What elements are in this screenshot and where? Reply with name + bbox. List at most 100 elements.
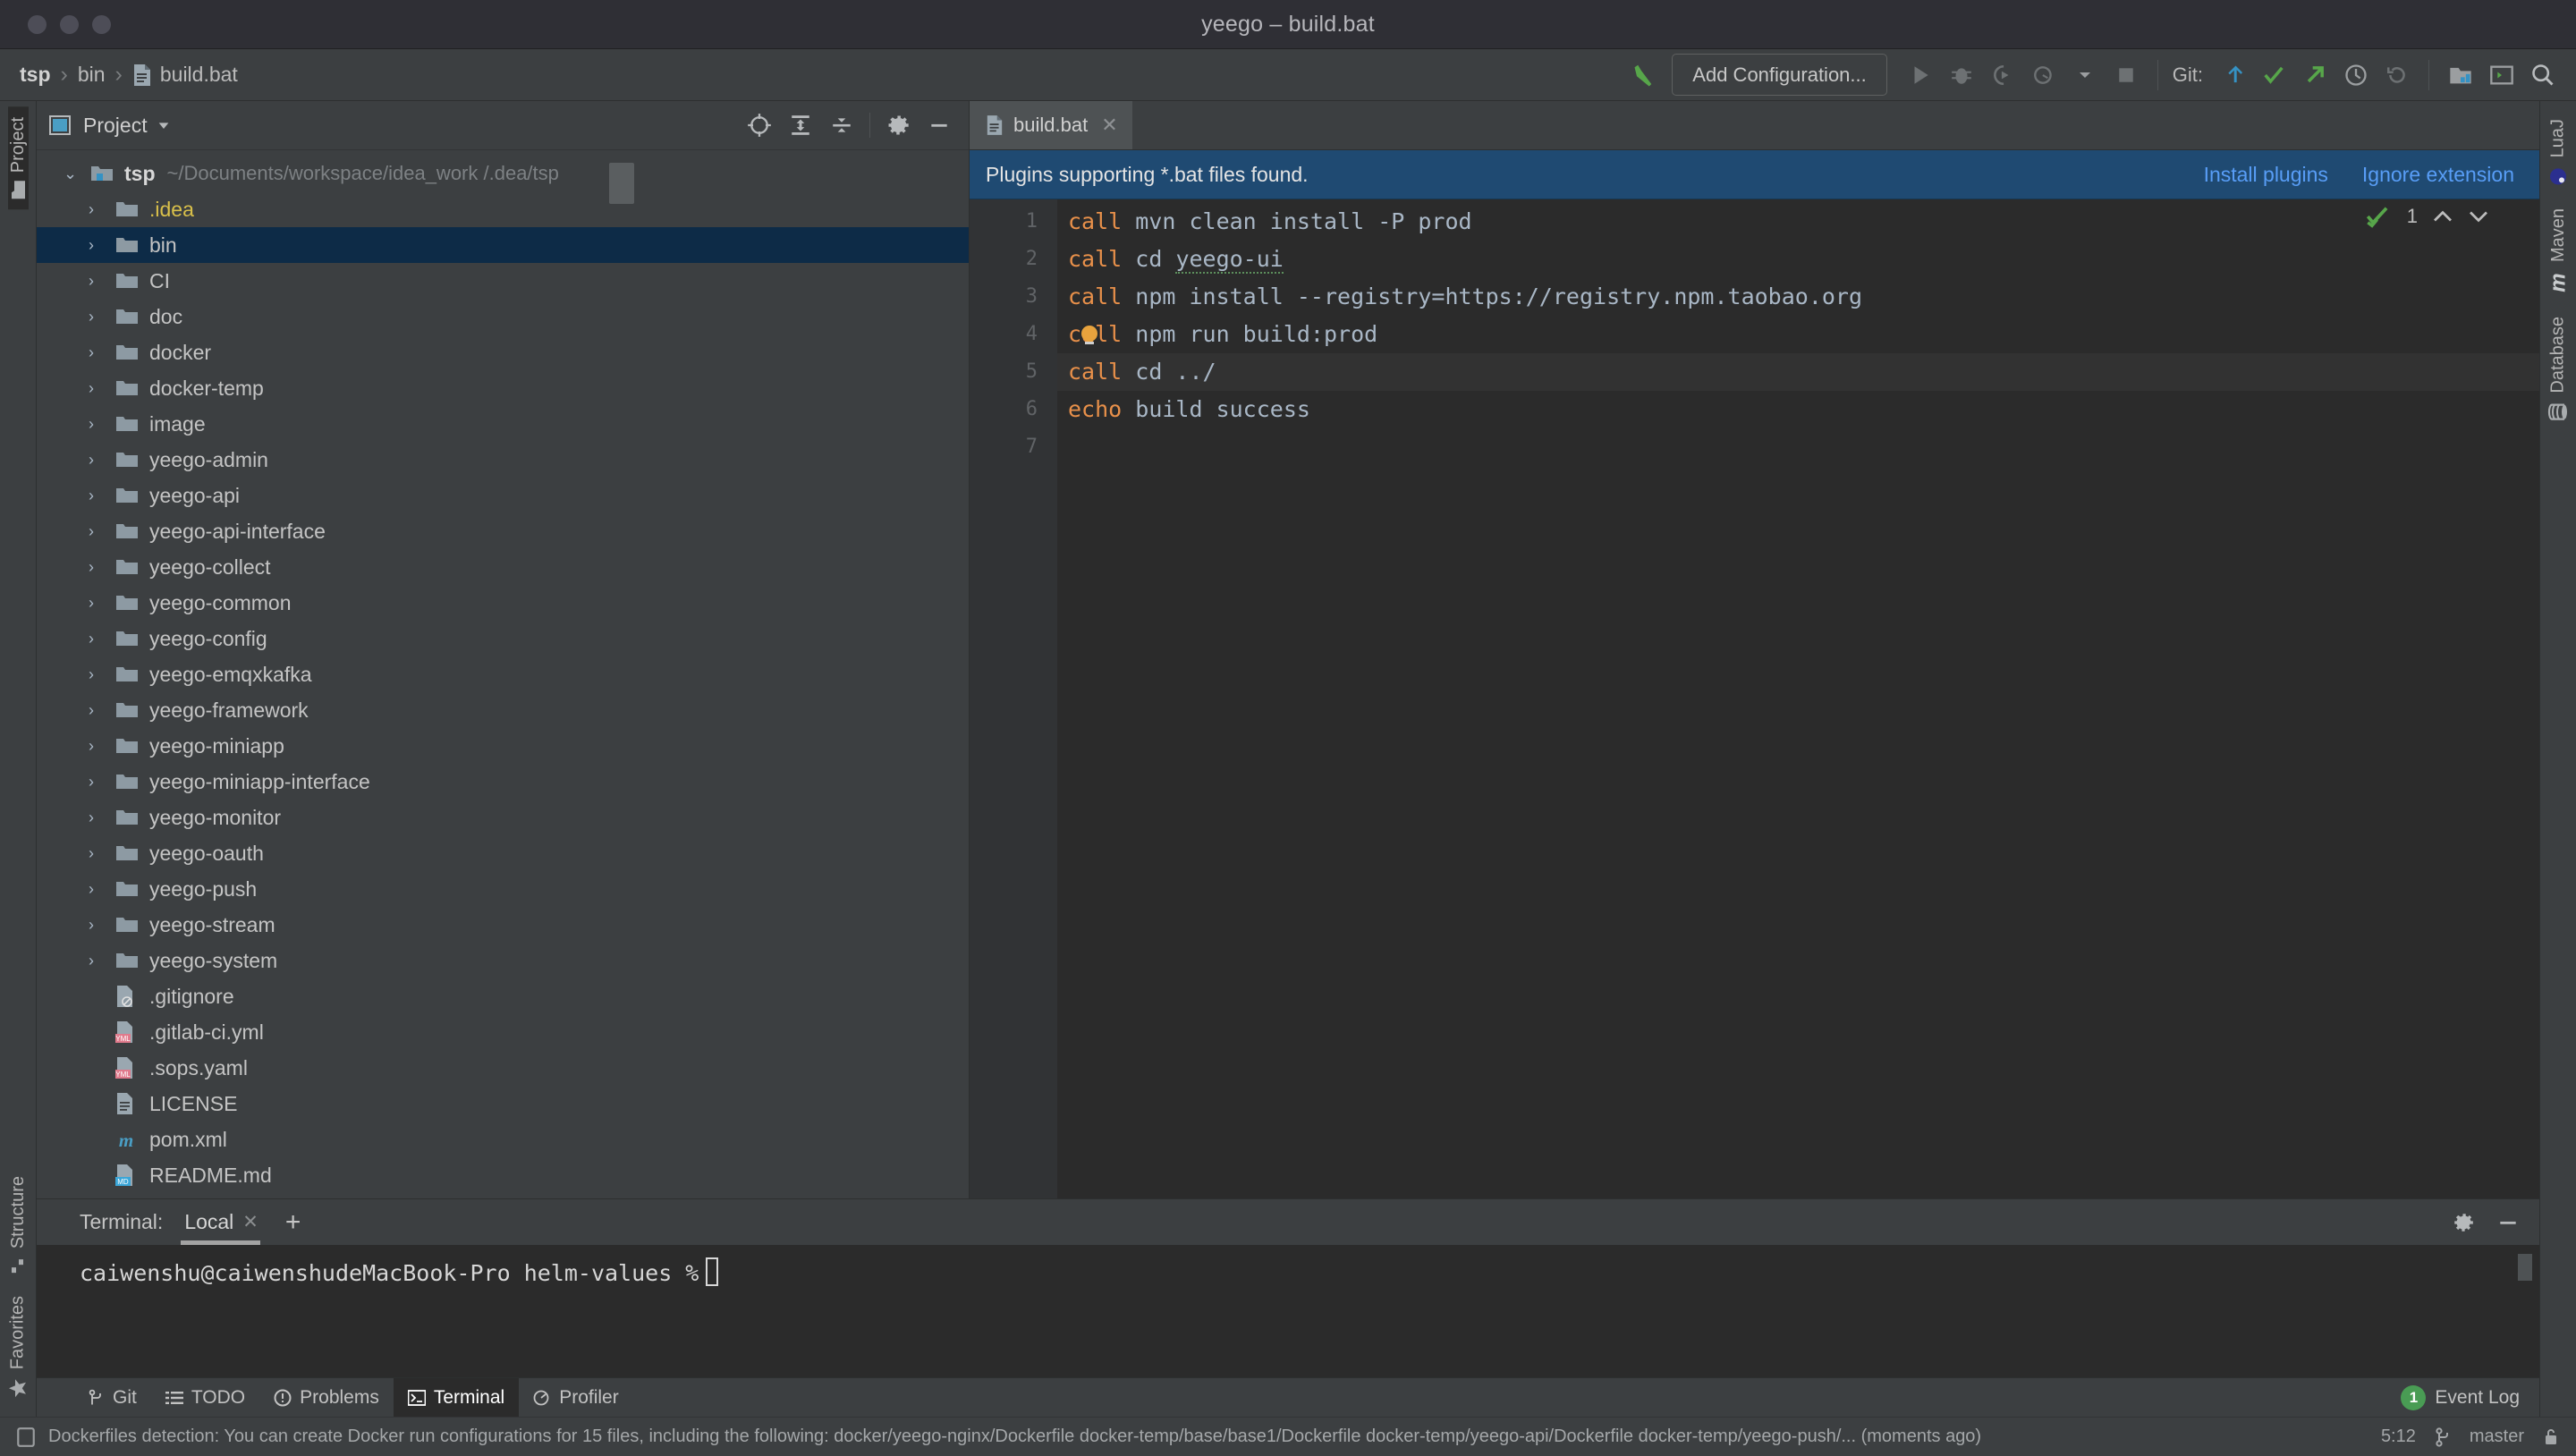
bottom-tab-todo[interactable]: TODO	[151, 1378, 259, 1417]
chevron-right-icon[interactable]: ›	[89, 308, 115, 326]
terminal-scrollbar-thumb[interactable]	[2518, 1254, 2532, 1281]
bottom-tab-git[interactable]: Git	[72, 1378, 151, 1417]
chevron-down-icon[interactable]	[2468, 208, 2489, 224]
chevron-up-icon[interactable]	[2432, 208, 2453, 224]
git-push-icon[interactable]	[2294, 55, 2335, 96]
chevron-right-icon[interactable]: ›	[89, 236, 115, 255]
gear-icon[interactable]	[2445, 1204, 2482, 1241]
breadcrumb-folder[interactable]: bin	[78, 63, 106, 87]
chevron-right-icon[interactable]: ›	[89, 379, 115, 398]
chevron-down-icon[interactable]	[2064, 55, 2106, 96]
tree-row-bin[interactable]: › bin	[37, 227, 969, 263]
add-terminal-tab-button[interactable]: +	[278, 1208, 309, 1236]
sidebar-item-favorites[interactable]: Favorites	[7, 1285, 29, 1409]
chevron-right-icon[interactable]: ›	[89, 844, 115, 863]
code-line[interactable]: call cd ../	[1057, 353, 2539, 391]
tree-row-ci[interactable]: › CI	[37, 263, 969, 299]
git-history-icon[interactable]	[2335, 55, 2377, 96]
chevron-right-icon[interactable]: ›	[89, 773, 115, 791]
caret-position[interactable]: 5:12	[2381, 1426, 2416, 1447]
notification-icon[interactable]	[16, 1426, 36, 1448]
git-branch-label[interactable]: master	[2470, 1426, 2524, 1447]
close-icon[interactable]: ✕	[242, 1211, 258, 1233]
tree-row-yeego-api[interactable]: › yeego-api	[37, 478, 969, 513]
code-line[interactable]: call cd yeego-ui	[1057, 241, 2539, 278]
ignore-extension-link[interactable]: Ignore extension	[2362, 163, 2514, 187]
tree-row-yeego-miniapp[interactable]: › yeego-miniapp	[37, 728, 969, 764]
breadcrumb-file[interactable]: build.bat	[132, 63, 238, 87]
code-line[interactable]: echo build success	[1057, 391, 2539, 428]
tree-row-yeego-miniapp-interface[interactable]: › yeego-miniapp-interface	[37, 764, 969, 800]
chevron-right-icon[interactable]: ›	[89, 487, 115, 505]
terminal-tab-local[interactable]: Local ✕	[177, 1199, 264, 1245]
breadcrumb-root[interactable]: tsp	[20, 63, 51, 87]
tree-row-pom-xml[interactable]: m pom.xml	[37, 1122, 969, 1157]
git-commit-icon[interactable]	[2253, 55, 2294, 96]
lock-icon[interactable]	[2542, 1427, 2560, 1447]
chevron-right-icon[interactable]: ›	[89, 594, 115, 613]
tree-row-gitlab-ci-yml[interactable]: YML .gitlab-ci.yml	[37, 1014, 969, 1050]
chevron-right-icon[interactable]: ›	[89, 737, 115, 756]
code-area[interactable]: 1234567 call mvn clean install -P prod ca…	[970, 199, 2539, 1198]
tree-row-yeego-config[interactable]: › yeego-config	[37, 621, 969, 656]
chevron-down-icon[interactable]	[157, 118, 171, 132]
tree-row-yeego-system[interactable]: › yeego-system	[37, 943, 969, 978]
tree-row-yeego-emqxkafka[interactable]: › yeego-emqxkafka	[37, 656, 969, 692]
tree-row-yeego-stream[interactable]: › yeego-stream	[37, 907, 969, 943]
chevron-expanded-icon[interactable]: ⌄	[64, 165, 90, 183]
minimize-icon[interactable]	[2489, 1204, 2527, 1241]
chevron-right-icon[interactable]: ›	[89, 343, 115, 362]
install-plugins-link[interactable]: Install plugins	[2204, 163, 2328, 187]
inspection-widget[interactable]: 1	[2366, 205, 2489, 228]
run-icon[interactable]	[1900, 55, 1941, 96]
code-line[interactable]	[1057, 428, 2539, 466]
tree-row-yeego-push[interactable]: › yeego-push	[37, 871, 969, 907]
intention-bulb-icon[interactable]	[1081, 326, 1097, 344]
chevron-right-icon[interactable]: ›	[89, 701, 115, 720]
chevron-right-icon[interactable]: ›	[89, 522, 115, 541]
chevron-right-icon[interactable]: ›	[89, 272, 115, 291]
chevron-right-icon[interactable]: ›	[89, 415, 115, 434]
tree-row-docker[interactable]: › docker	[37, 334, 969, 370]
add-configuration-button[interactable]: Add Configuration...	[1672, 54, 1887, 96]
sidebar-item-structure[interactable]: Structure	[8, 1165, 29, 1285]
tree-row-yeego-collect[interactable]: › yeego-collect	[37, 549, 969, 585]
code-content[interactable]: call mvn clean install -P prod call cd ye…	[1057, 199, 2539, 1198]
expand-all-icon[interactable]	[782, 106, 819, 144]
search-icon[interactable]	[2522, 55, 2563, 96]
tree-row-image[interactable]: › image	[37, 406, 969, 442]
tree-row-root[interactable]: ⌄ tsp ~/Documents/workspace/idea_work /.…	[37, 156, 969, 191]
project-tree[interactable]: ⌄ tsp ~/Documents/workspace/idea_work /.…	[37, 150, 969, 1198]
chevron-right-icon[interactable]: ›	[89, 558, 115, 577]
tree-row-license[interactable]: LICENSE	[37, 1086, 969, 1122]
terminal-icon[interactable]	[2481, 55, 2522, 96]
code-line[interactable]: call mvn clean install -P prod	[1057, 203, 2539, 241]
close-icon[interactable]: ✕	[1101, 114, 1117, 137]
debug-icon[interactable]	[1941, 55, 1982, 96]
tree-row-yeego-common[interactable]: › yeego-common	[37, 585, 969, 621]
bottom-tab-terminal[interactable]: Terminal	[393, 1378, 520, 1417]
tree-row-yeego-framework[interactable]: › yeego-framework	[37, 692, 969, 728]
chevron-right-icon[interactable]: ›	[89, 880, 115, 899]
sidebar-item-database[interactable]: Database	[2547, 306, 2569, 434]
tab-build-bat[interactable]: build.bat ✕	[970, 101, 1132, 149]
status-message[interactable]: Dockerfiles detection: You can create Do…	[48, 1426, 1981, 1447]
minimize-icon[interactable]	[920, 106, 958, 144]
tree-row-idea[interactable]: › .idea	[37, 191, 969, 227]
tree-row-yeego-monitor[interactable]: › yeego-monitor	[37, 800, 969, 835]
select-opened-file-icon[interactable]	[741, 106, 778, 144]
sidebar-item-luaj[interactable]: LuaJ	[2547, 108, 2569, 198]
run-with-coverage-icon[interactable]	[1982, 55, 2023, 96]
code-line[interactable]: call npm install --registry=https://regi…	[1057, 278, 2539, 316]
gear-icon[interactable]	[879, 106, 917, 144]
layout-icon[interactable]	[2440, 55, 2481, 96]
tree-row-yeego-api-interface[interactable]: › yeego-api-interface	[37, 513, 969, 549]
chevron-right-icon[interactable]: ›	[89, 808, 115, 827]
tree-row-yeego-admin[interactable]: › yeego-admin	[37, 442, 969, 478]
event-log-area[interactable]: 1 Event Log	[2401, 1378, 2539, 1417]
bottom-tab-problems[interactable]: Problems	[259, 1378, 394, 1417]
project-scrollbar-thumb[interactable]	[609, 163, 634, 204]
sidebar-item-maven[interactable]: m Maven	[2546, 198, 2570, 306]
tree-row-yeego-oauth[interactable]: › yeego-oauth	[37, 835, 969, 871]
chevron-right-icon[interactable]: ›	[89, 665, 115, 684]
